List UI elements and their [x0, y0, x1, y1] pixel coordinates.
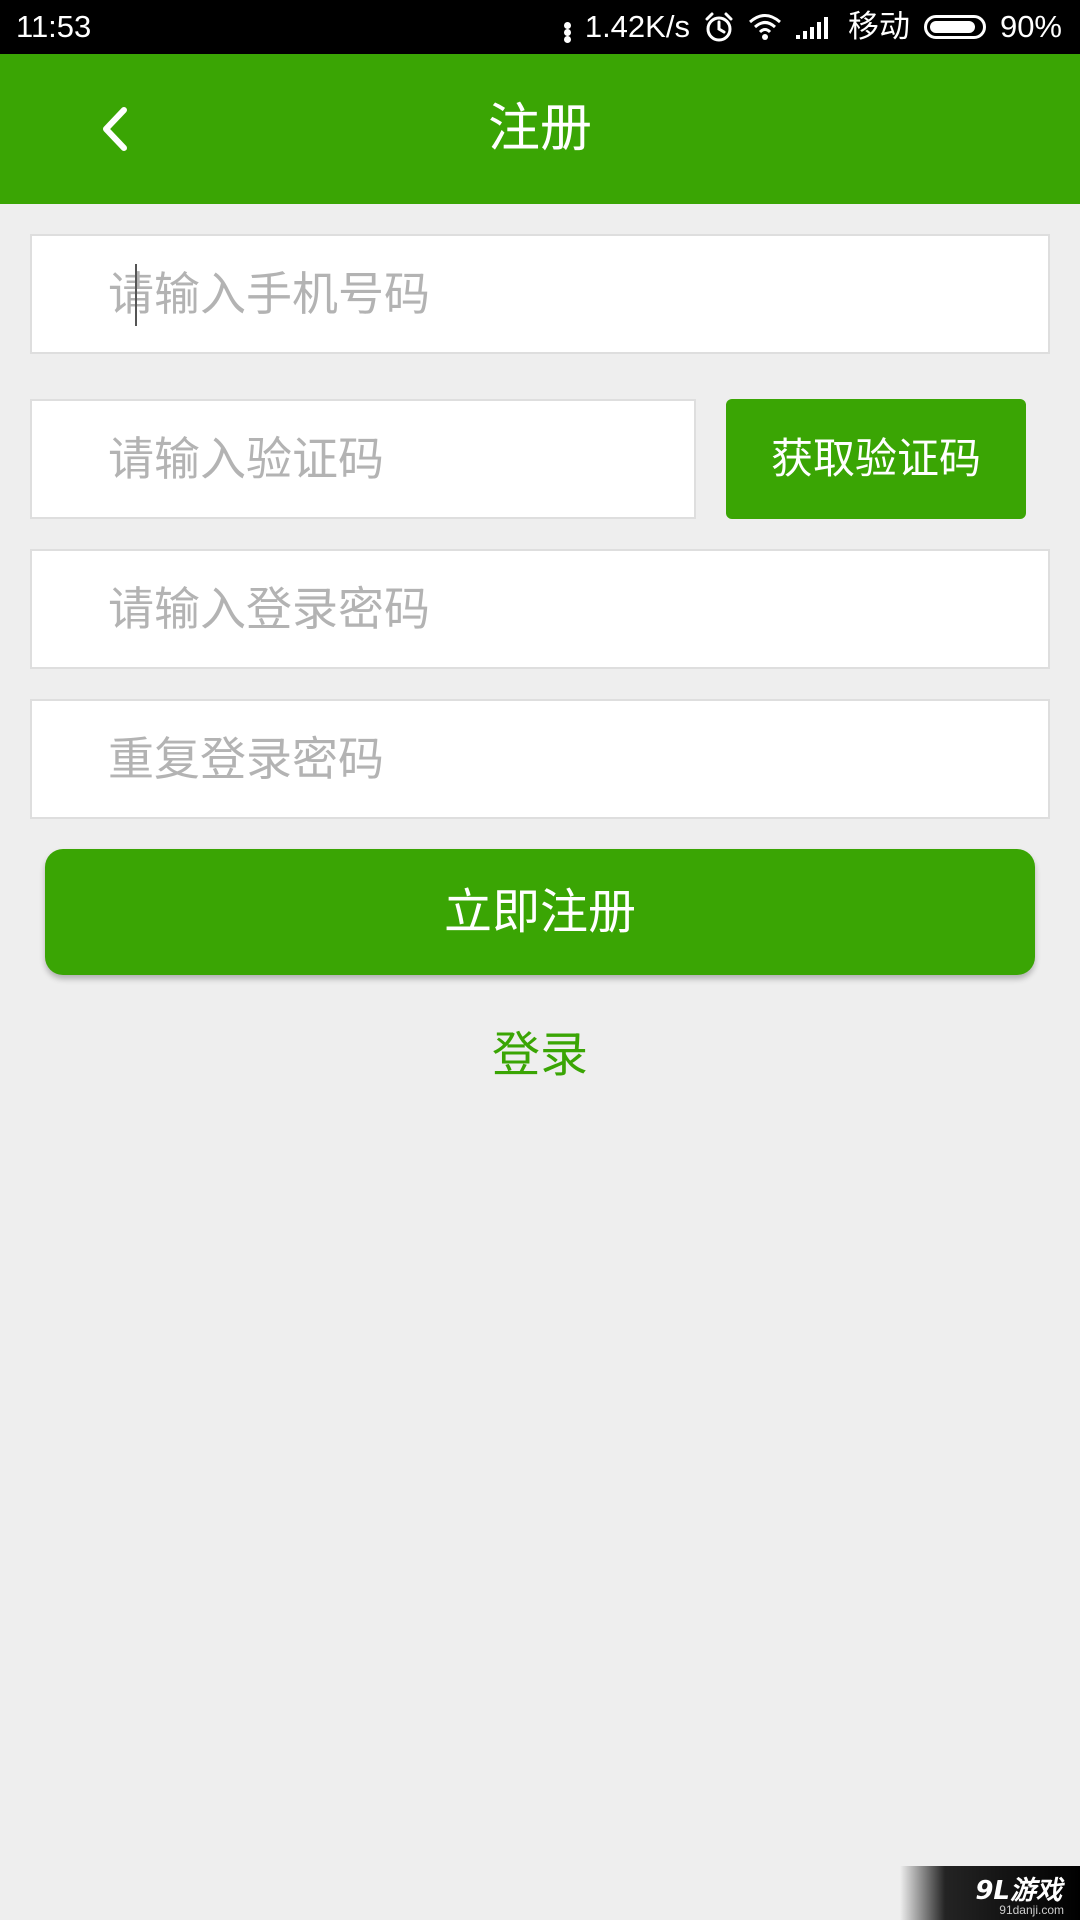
- status-right-group: 1.42K/s 移动 90%: [563, 9, 1062, 45]
- battery-fill: [929, 21, 975, 33]
- text-caret: [135, 264, 137, 326]
- watermark-brand: 9L游戏: [975, 1876, 1062, 1906]
- more-dots-icon: [563, 22, 571, 43]
- get-code-button[interactable]: 获取验证码: [726, 399, 1026, 519]
- watermark-logo: 9L游戏 91danji.com: [900, 1866, 1080, 1920]
- phone-field[interactable]: [30, 234, 1050, 354]
- page-title: 注册: [487, 99, 592, 159]
- alarm-icon: [705, 12, 733, 42]
- watermark-url: 91danji.com: [999, 1903, 1064, 1917]
- repeat-password-input[interactable]: [32, 701, 1048, 817]
- chevron-left-icon[interactable]: [80, 94, 150, 164]
- code-field[interactable]: [30, 399, 696, 519]
- status-bar: 11:53 1.42K/s 移动 90%: [0, 0, 1080, 54]
- password-field[interactable]: [30, 549, 1050, 669]
- password-input[interactable]: [32, 551, 1048, 667]
- net-speed: 1.42K/s: [584, 9, 690, 44]
- repeat-password-field[interactable]: [30, 699, 1050, 819]
- nav-bar: 注册: [0, 54, 1080, 204]
- battery-icon: [923, 15, 986, 39]
- register-button[interactable]: 立即注册: [45, 849, 1035, 975]
- status-time: 11:53: [16, 9, 92, 44]
- carrier-name: 移动: [847, 9, 910, 44]
- signal-icon: [795, 17, 828, 39]
- wifi-icon: [748, 14, 781, 40]
- battery-percent: 90%: [999, 9, 1062, 44]
- login-link[interactable]: 登录: [440, 1015, 640, 1095]
- code-input[interactable]: [32, 401, 694, 517]
- phone-input[interactable]: [32, 236, 1048, 352]
